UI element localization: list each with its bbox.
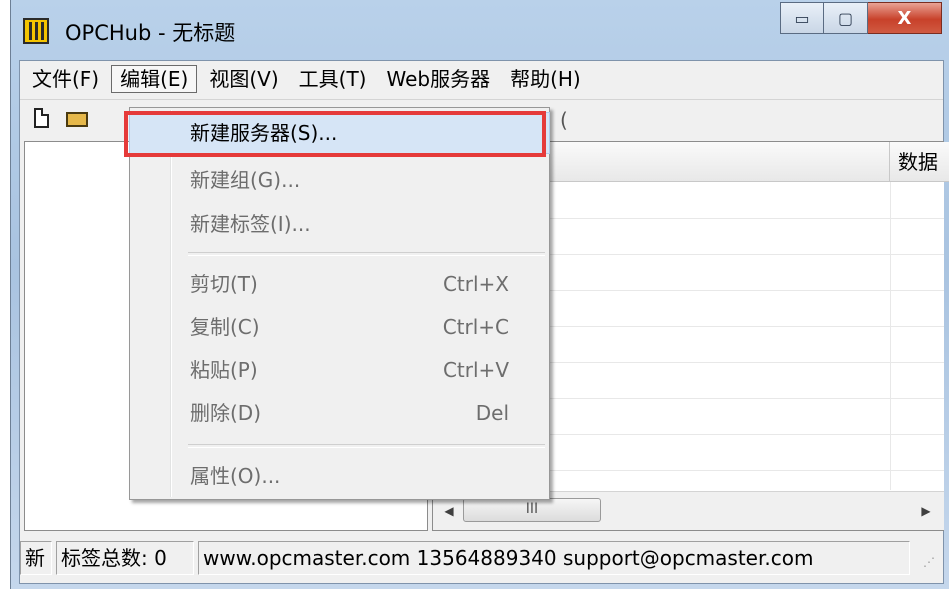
edit-dropdown-menu: 新建服务器(S)... 新建组(G)... 新建标签(I)... 剪切(T) C… [129,107,550,500]
menu-tools[interactable]: 工具(T) [291,65,375,93]
new-document-icon [34,108,49,128]
close-button[interactable]: X [868,2,942,34]
menu-item-new-tag[interactable]: 新建标签(I)... [130,204,549,244]
open-folder-button[interactable] [64,106,92,134]
new-document-button[interactable] [28,106,56,134]
menu-item-label: 复制(C) [190,315,260,339]
menu-item-label: 新建标签(I)... [190,212,311,236]
menu-item-label: 粘贴(P) [190,358,258,382]
menu-item-label: 属性(O)... [190,464,281,488]
menu-item-paste[interactable]: 粘贴(P) Ctrl+V [130,350,549,390]
menu-item-new-group[interactable]: 新建组(G)... [130,160,549,200]
window-title: OPCHub - 无标题 [65,21,236,45]
status-pane-1: 新 [20,541,52,575]
menu-item-properties[interactable]: 属性(O)... [130,456,549,496]
menu-item-shortcut: Ctrl+X [442,272,509,296]
close-icon: X [897,7,912,29]
toolbar-partial-icon[interactable]: ( [560,106,588,134]
scroll-right-icon[interactable]: ▶ [916,500,936,522]
menu-item-cut[interactable]: 剪切(T) Ctrl+X [130,264,549,304]
opchub-app-icon [23,18,49,44]
maximize-icon: ▢ [837,8,854,28]
list-column-header-data[interactable]: 数据 [890,142,949,182]
menu-help[interactable]: 帮助(H) [502,65,589,93]
menu-item-shortcut: Del [475,401,509,425]
open-folder-icon [66,112,88,127]
menu-bar: 文件(F) 编辑(E) 视图(V) 工具(T) Web服务器 帮助(H) [20,61,943,97]
resize-grip-icon[interactable]: ⋰ [923,555,941,573]
title-bar[interactable]: OPCHub - 无标题 ▭ ▢ X [11,0,949,60]
menu-item-shortcut: Ctrl+C [442,315,509,339]
menu-item-label: 新建组(G)... [190,168,301,192]
menu-item-delete[interactable]: 删除(D) Del [130,393,549,433]
status-tag-count: 标签总数: 0 [56,541,194,575]
menu-file[interactable]: 文件(F) [24,65,107,93]
menu-web-server[interactable]: Web服务器 [378,65,498,93]
menu-item-label: 删除(D) [190,401,262,425]
menu-edit[interactable]: 编辑(E) [111,65,198,93]
menu-separator [188,444,545,448]
minimize-icon: ▭ [794,8,810,28]
maximize-button[interactable]: ▢ [824,2,868,34]
menu-view[interactable]: 视图(V) [201,65,286,93]
highlight-annotation-box [124,111,546,157]
menu-item-label: 剪切(T) [190,272,258,296]
menu-item-shortcut: Ctrl+V [442,358,509,382]
status-contact-info: www.opcmaster.com 13564889340 support@op… [198,541,910,575]
menu-item-copy[interactable]: 复制(C) Ctrl+C [130,307,549,347]
minimize-button[interactable]: ▭ [780,2,824,34]
menu-separator [188,252,545,256]
scroll-thumb[interactable]: III [463,498,601,522]
scroll-left-icon[interactable]: ◀ [439,500,459,522]
status-bar: 新 标签总数: 0 www.opcmaster.com 13564889340 … [20,537,943,577]
